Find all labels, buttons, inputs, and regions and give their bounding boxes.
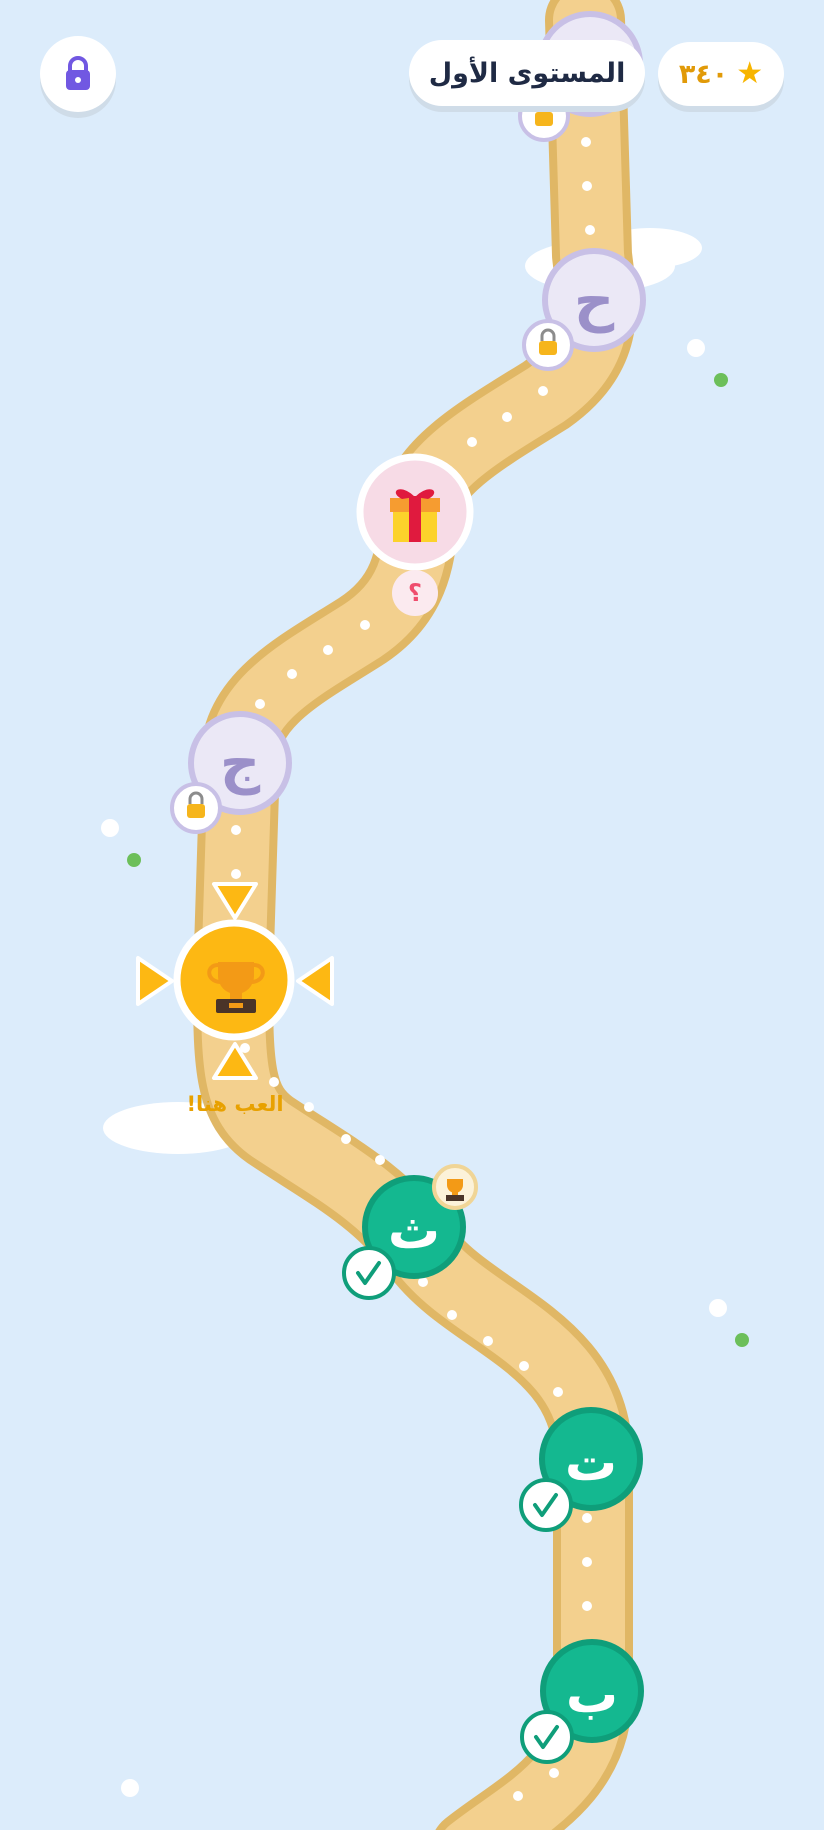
lock-icon [66, 56, 90, 90]
check-badge [342, 1246, 396, 1300]
lock-badge [170, 782, 222, 834]
node-letter: ت [565, 1433, 617, 1493]
node-letter: ح [574, 269, 615, 334]
arrow-right-icon [136, 956, 174, 1006]
score-badge: ٣٤٠ ★ [658, 42, 784, 106]
level-title: المستوى الأول [409, 40, 645, 106]
star-icon: ★ [736, 56, 764, 91]
level-path [193, 0, 637, 1830]
score-value: ٣٤٠ [678, 58, 729, 90]
mystery-badge-text: ؟ [408, 579, 422, 607]
node-letter: ج [220, 731, 261, 796]
lock-button[interactable] [40, 36, 116, 112]
level-node-current[interactable] [136, 882, 334, 1080]
arrow-left-icon [296, 956, 334, 1006]
level-map: ح ؟ ج ث ت ب [101, 0, 749, 1830]
check-badge [520, 1710, 574, 1764]
trophy-badge [432, 1164, 478, 1210]
play-here-label: العب هنا! [186, 1092, 284, 1116]
node-letter: ث [388, 1201, 440, 1261]
check-badge [519, 1478, 573, 1532]
lock-badge [522, 319, 574, 371]
node-letter: ب [566, 1665, 618, 1725]
